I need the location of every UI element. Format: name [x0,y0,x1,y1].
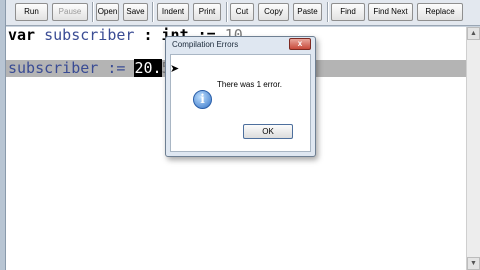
keyword-var: var [8,26,36,44]
replace-button[interactable]: Replace [417,3,463,21]
assign-operator: := [107,59,126,77]
compilation-errors-dialog: Compilation Errors x i [165,36,316,157]
mouse-pointer-icon: ➤ [170,63,180,75]
variable-name: subscriber [44,26,135,44]
toolbar-separator [152,2,154,22]
info-icon: i [193,90,212,109]
selected-error-text: 20. [134,59,162,77]
toolbar-separator [327,2,329,22]
indent-button[interactable]: Indent [157,3,189,21]
close-icon[interactable]: x [289,38,311,50]
scroll-up-arrow-icon[interactable]: ▲ [467,27,480,40]
copy-button[interactable]: Copy [258,3,289,21]
vertical-scrollbar[interactable]: ▲ ▼ [466,27,480,270]
dialog-title: Compilation Errors [172,40,239,49]
find-button[interactable]: Find [331,3,365,21]
run-button[interactable]: Run [15,3,48,21]
dialog-message: There was 1 error. [217,80,282,89]
toolbar-separator [226,2,228,22]
print-button[interactable]: Print [193,3,221,21]
ok-button[interactable]: OK [243,124,293,139]
toolbar: Run Pause Open Save Indent Print Cut Cop… [6,0,480,26]
cut-button[interactable]: Cut [230,3,254,21]
find-next-button[interactable]: Find Next [368,3,413,21]
scroll-down-arrow-icon[interactable]: ▼ [467,257,480,270]
code-line-2: subscriber := 20.5 [8,59,171,77]
colon-token: : [143,26,153,44]
variable-name: subscriber [8,59,99,77]
open-button[interactable]: Open [96,3,119,21]
paste-button[interactable]: Paste [293,3,322,21]
toolbar-separator [92,2,94,22]
save-button[interactable]: Save [123,3,148,21]
pause-button[interactable]: Pause [52,3,88,21]
